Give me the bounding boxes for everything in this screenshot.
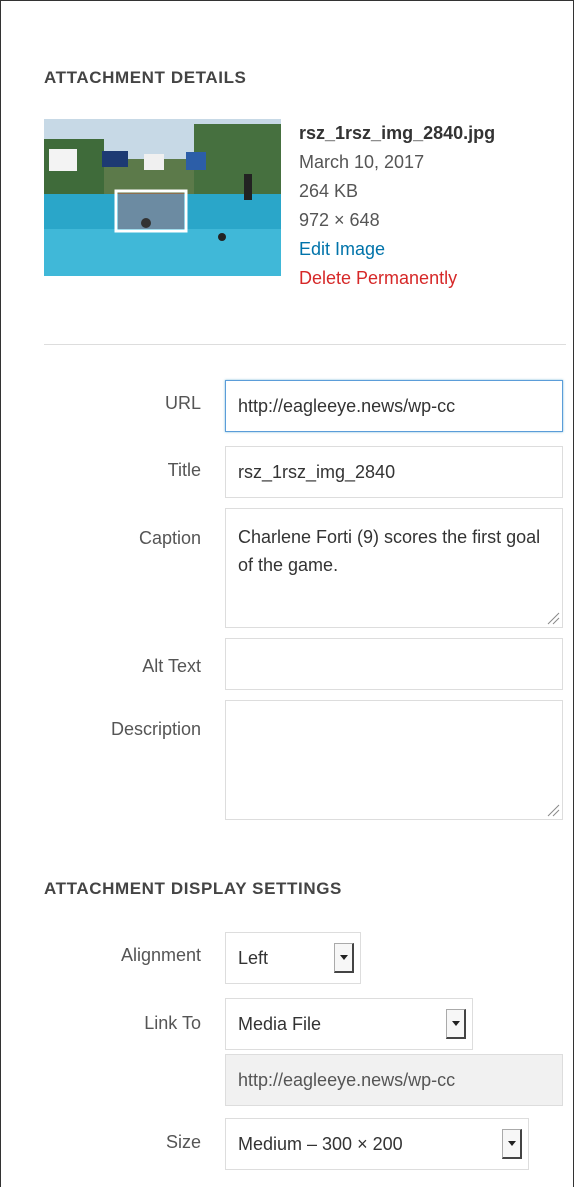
description-textarea[interactable] [225,700,563,820]
caption-text: Charlene Forti (9) scores the first goal… [238,527,541,575]
alignment-value: Left [238,948,269,968]
resize-handle-icon[interactable] [546,611,560,625]
delete-permanently-link[interactable]: Delete Permanently [299,264,495,293]
link-to-label: Link To [144,1013,201,1033]
caption-textarea[interactable]: Charlene Forti (9) scores the first goal… [225,508,563,628]
edit-image-link[interactable]: Edit Image [299,235,495,264]
attachment-meta: rsz_1rsz_img_2840.jpg March 10, 2017 264… [299,119,495,293]
file-size: 264 KB [299,181,359,201]
link-url-field[interactable]: http://eagleeye.news/wp-cc [225,1054,563,1106]
attachment-details-heading: ATTACHMENT DETAILS [44,68,247,87]
attachment-details-panel: ATTACHMENT DETAILS rsz_1rsz_img_2840.jpg… [0,0,574,1187]
description-label: Description [110,719,201,739]
title-label: Title [167,460,201,480]
alt-text-field[interactable] [225,638,563,690]
resize-handle-icon[interactable] [546,803,560,817]
alignment-select[interactable]: Left [225,932,361,984]
link-to-select[interactable]: Media File [225,998,473,1050]
url-label: URL [164,393,201,413]
water-polo-photo [44,119,281,276]
size-label: Size [165,1132,201,1152]
divider [44,344,566,345]
alignment-label: Alignment [120,945,201,965]
dropdown-arrow-icon[interactable] [502,1129,522,1159]
file-name: rsz_1rsz_img_2840.jpg [299,123,496,143]
size-value: Medium – 300 × 200 [238,1134,403,1154]
size-select[interactable]: Medium – 300 × 200 [225,1118,529,1170]
url-field[interactable]: http://eagleeye.news/wp-cc [225,380,563,432]
caption-label: Caption [138,528,201,548]
title-field[interactable]: rsz_1rsz_img_2840 [225,446,563,498]
upload-date: March 10, 2017 [299,152,425,172]
link-to-value: Media File [238,1014,322,1034]
image-dimensions: 972 × 648 [299,210,380,230]
dropdown-arrow-icon[interactable] [334,943,354,973]
alt-text-label: Alt Text [142,656,201,676]
attachment-thumbnail[interactable] [44,119,281,276]
display-settings-heading: ATTACHMENT DISPLAY SETTINGS [44,879,342,898]
dropdown-arrow-icon[interactable] [446,1009,466,1039]
